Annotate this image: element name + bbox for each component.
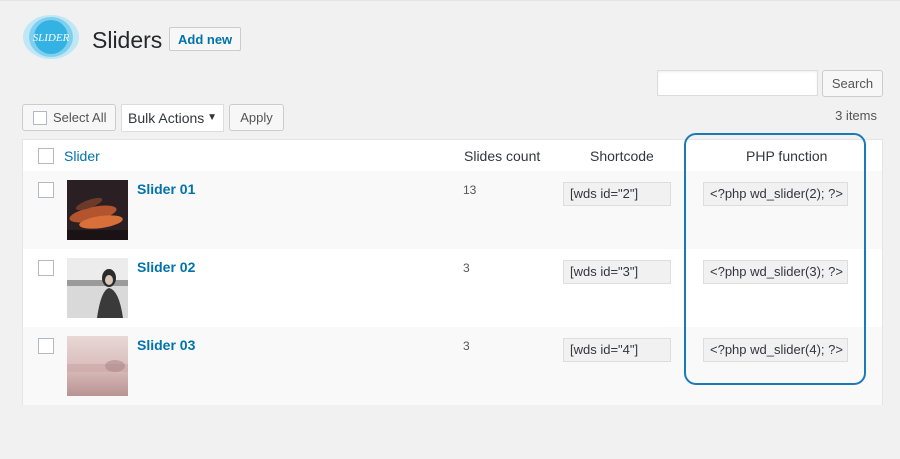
search-input[interactable] [657,70,818,96]
dropdown-arrow-icon: ▼ [207,112,217,123]
bulk-actions-label: Bulk Actions [128,110,205,126]
shortcode-field[interactable]: [wds id="2"] [563,182,671,206]
php-column-highlight [684,133,866,385]
apply-button[interactable]: Apply [229,104,284,131]
search-button[interactable]: Search [822,70,883,97]
items-count: 3 items [835,108,877,123]
slider-thumbnail[interactable] [67,336,128,396]
column-shortcode: Shortcode [590,148,654,164]
slides-count: 3 [463,261,470,275]
slider-thumbnail[interactable] [67,258,128,318]
select-all-label: Select All [53,110,107,125]
select-all-button[interactable]: Select All [22,104,116,131]
slides-count: 3 [463,339,470,353]
slider-name-link[interactable]: Slider 02 [137,259,195,275]
header-checkbox[interactable] [38,148,54,164]
row-checkbox[interactable] [38,182,54,198]
row-checkbox[interactable] [38,260,54,276]
add-new-button[interactable]: Add new [169,27,242,51]
shortcode-field[interactable]: [wds id="4"] [563,338,671,362]
column-slider[interactable]: Slider [64,148,100,164]
slider-logo: SLIDER [23,15,79,59]
logo-text: SLIDER [33,32,70,44]
column-slides-count: Slides count [464,148,541,164]
shortcode-field[interactable]: [wds id="3"] [563,260,671,284]
slider-name-link[interactable]: Slider 01 [137,181,195,197]
slides-count: 13 [463,183,477,197]
top-divider [0,0,900,1]
slider-thumbnail[interactable] [67,180,128,240]
select-all-checkbox[interactable] [33,111,47,125]
slider-name-link[interactable]: Slider 03 [137,337,195,353]
page-title: Sliders [92,27,163,53]
bulk-actions-select[interactable]: Bulk Actions ▼ [121,104,224,132]
row-checkbox[interactable] [38,338,54,354]
